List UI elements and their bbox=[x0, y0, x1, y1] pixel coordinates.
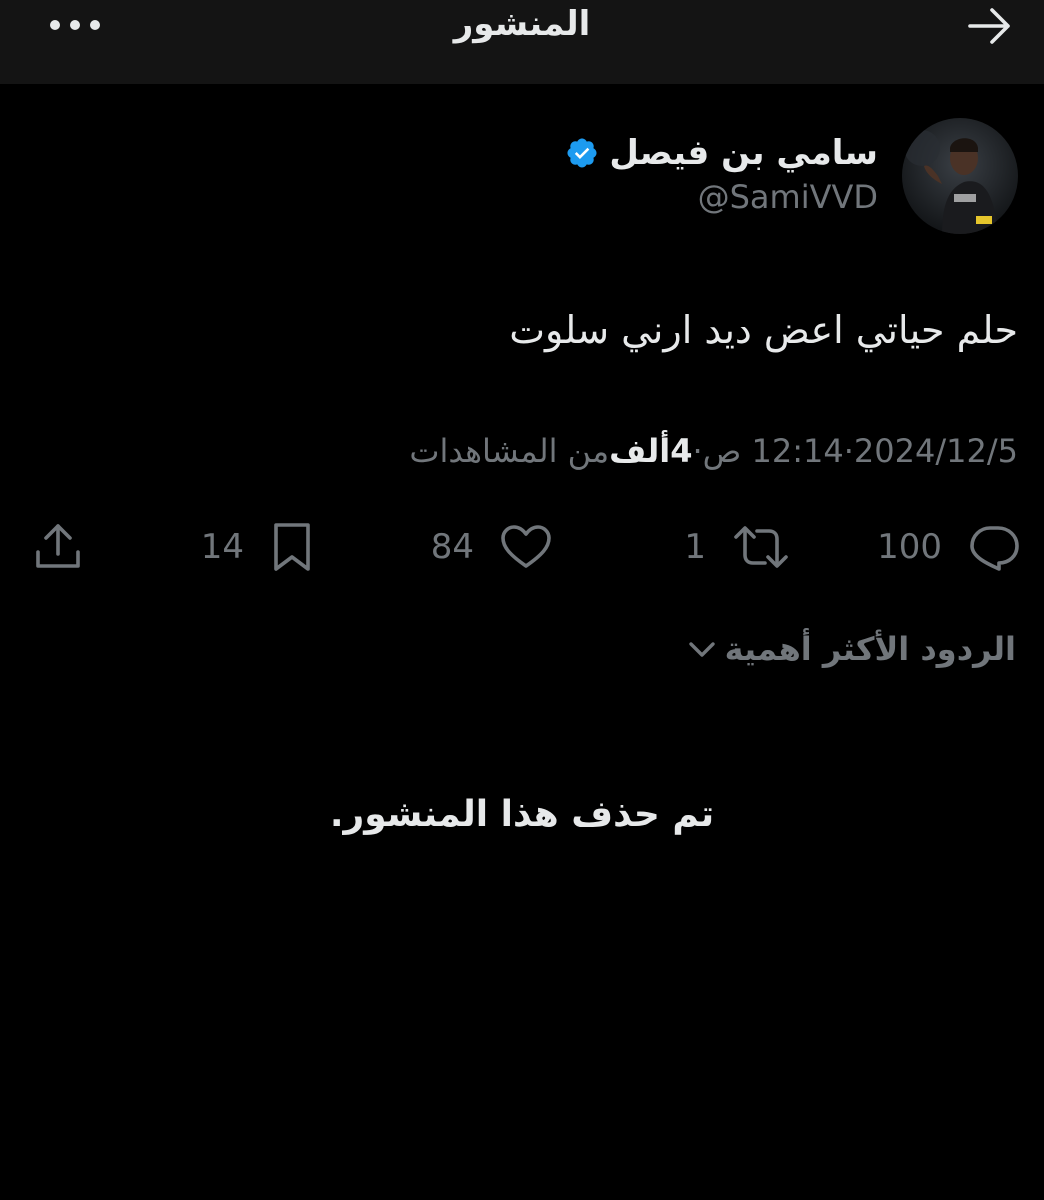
chevron-down-icon bbox=[688, 642, 715, 657]
reply-button[interactable]: 100 bbox=[877, 510, 1020, 584]
author-name[interactable]: سامي بن فيصل bbox=[609, 133, 878, 173]
more-options-button[interactable] bbox=[46, 10, 104, 40]
share-button[interactable] bbox=[34, 510, 82, 584]
like-button[interactable]: 84 bbox=[431, 510, 552, 584]
share-icon bbox=[36, 524, 80, 568]
page-title: المنشور bbox=[453, 4, 591, 44]
like-count: 84 bbox=[430, 527, 474, 567]
meta-separator: · bbox=[843, 432, 854, 470]
replies-sort-label: الردود الأكثر أهمية bbox=[724, 630, 1016, 668]
deleted-post-notice: تم حذف هذا المنشور. bbox=[329, 794, 715, 835]
bookmark-count: 14 bbox=[200, 527, 244, 567]
meta-separator: · bbox=[692, 432, 703, 470]
avatar[interactable] bbox=[902, 118, 1018, 234]
top-bar: المنشور bbox=[0, 0, 1044, 84]
author-name-row[interactable]: سامي بن فيصل bbox=[565, 128, 878, 178]
repost-button[interactable]: 1 bbox=[684, 510, 790, 584]
post-text: حلم حياتي اعض ديد ارني سلوت bbox=[509, 308, 1018, 352]
reply-icon bbox=[970, 526, 1019, 571]
repost-count: 1 bbox=[684, 527, 706, 567]
reply-count: 100 bbox=[877, 527, 942, 567]
repost-icon bbox=[734, 526, 788, 568]
post-page: المنشور سامي بن فيصل @SamiVVD حلم حياتي … bbox=[0, 0, 1044, 1200]
bookmark-icon bbox=[274, 523, 310, 571]
post-meta: 2024/12/5 · 12:14 ص · 4ألف من المشاهدات bbox=[409, 432, 1018, 470]
verified-badge-icon bbox=[567, 138, 597, 168]
views-label: من المشاهدات bbox=[409, 432, 610, 470]
bookmark-button[interactable]: 14 bbox=[201, 510, 314, 584]
author-handle[interactable]: @SamiVVD bbox=[698, 178, 878, 216]
replies-sort-dropdown[interactable]: الردود الأكثر أهمية bbox=[687, 630, 1016, 668]
post-time: 12:14 ص bbox=[702, 432, 844, 470]
views-count[interactable]: 4ألف bbox=[609, 432, 692, 470]
action-bar: 100 1 84 14 bbox=[0, 510, 1044, 584]
more-dots-icon bbox=[50, 20, 100, 30]
post-date: 2024/12/5 bbox=[853, 432, 1018, 470]
heart-icon bbox=[501, 525, 551, 568]
